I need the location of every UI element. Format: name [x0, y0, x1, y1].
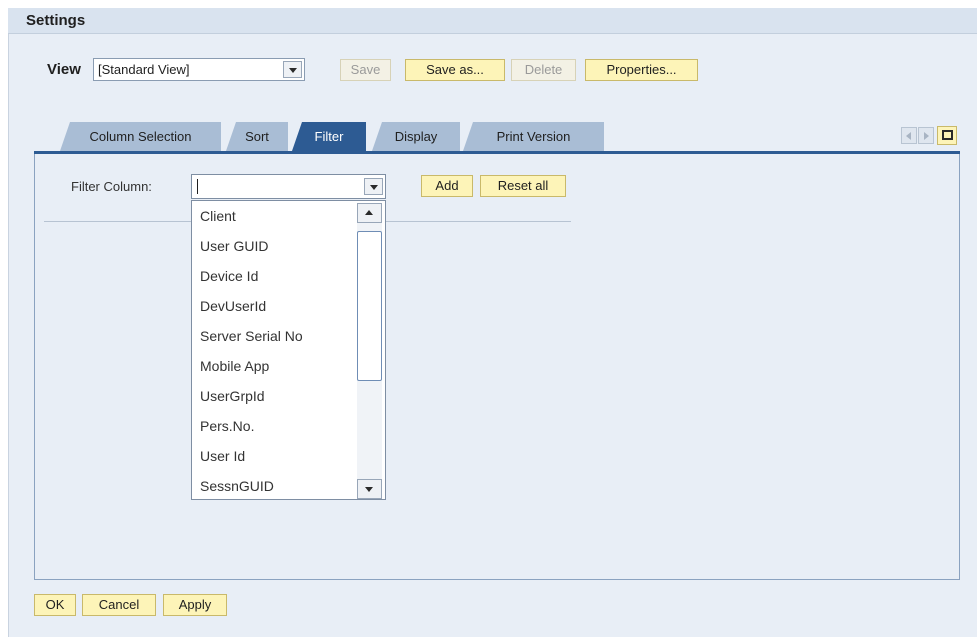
list-item[interactable]: UserGrpId — [200, 381, 265, 411]
add-button[interactable]: Add — [421, 175, 473, 197]
tab-column-selection[interactable]: Column Selection — [60, 122, 221, 151]
scroll-down-icon[interactable] — [357, 479, 382, 499]
delete-button[interactable]: Delete — [511, 59, 576, 81]
save-button[interactable]: Save — [340, 59, 391, 81]
filter-column-dropdown-list[interactable]: Client User GUID Device Id DevUserId Ser… — [191, 200, 386, 500]
view-label: View — [47, 61, 81, 78]
list-item[interactable]: User GUID — [200, 231, 268, 261]
list-item[interactable]: Device Id — [200, 261, 258, 291]
title-bar: Settings — [8, 8, 977, 34]
cancel-button[interactable]: Cancel — [82, 594, 156, 616]
list-item[interactable]: User Id — [200, 441, 245, 471]
list-item[interactable]: Server Serial No — [200, 321, 303, 351]
tab-display[interactable]: Display — [372, 122, 460, 151]
filter-column-combobox[interactable] — [191, 174, 386, 199]
list-item[interactable]: Pers.No. — [200, 411, 254, 441]
apply-button[interactable]: Apply — [163, 594, 227, 616]
tab-content-filter — [34, 154, 960, 580]
tab-sort[interactable]: Sort — [226, 122, 288, 151]
reset-all-button[interactable]: Reset all — [480, 175, 566, 197]
dropdown-scrollbar[interactable] — [357, 203, 383, 499]
text-caret — [197, 179, 198, 194]
ok-button[interactable]: OK — [34, 594, 76, 616]
tab-print-version[interactable]: Print Version — [463, 122, 604, 151]
list-item[interactable]: Client — [200, 201, 236, 231]
filter-column-label: Filter Column: — [71, 179, 152, 194]
arrow-left-icon[interactable] — [901, 127, 917, 144]
view-select-value: [Standard View] — [98, 62, 190, 77]
scroll-up-icon[interactable] — [357, 203, 382, 223]
list-item[interactable]: SessnGUID — [200, 471, 274, 501]
chevron-down-icon[interactable] — [364, 178, 383, 195]
tab-filter[interactable]: Filter — [292, 122, 366, 151]
tab-list-icon[interactable] — [937, 126, 957, 145]
list-item[interactable]: DevUserId — [200, 291, 266, 321]
properties-button[interactable]: Properties... — [585, 59, 698, 81]
arrow-right-icon[interactable] — [918, 127, 934, 144]
chevron-down-icon[interactable] — [283, 61, 302, 78]
view-select[interactable]: [Standard View] — [93, 58, 305, 81]
window-title: Settings — [26, 12, 86, 29]
list-item[interactable]: Mobile App — [200, 351, 269, 381]
scroll-thumb[interactable] — [357, 231, 382, 381]
save-as-button[interactable]: Save as... — [405, 59, 505, 81]
